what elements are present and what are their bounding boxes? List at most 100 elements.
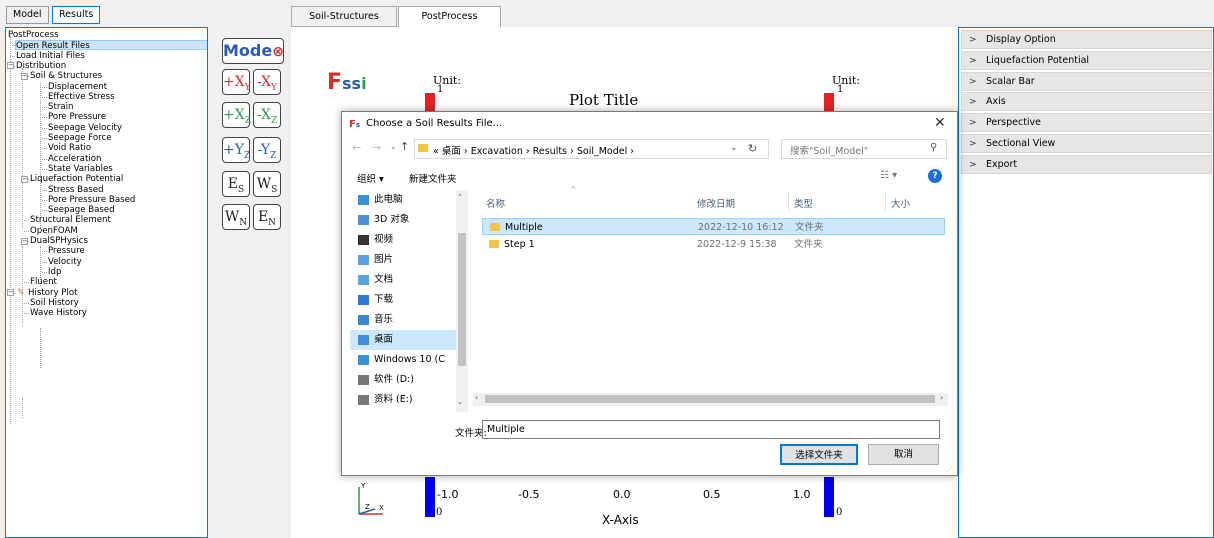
panel-section-sectional-view[interactable]: > Sectional View bbox=[961, 134, 1212, 153]
help-icon[interactable]: ? bbox=[928, 169, 942, 183]
nav-scrollbar[interactable]: ⌃ ⌄ bbox=[456, 190, 468, 412]
nav-item[interactable]: 软件 (D:) bbox=[350, 370, 458, 390]
east-north-icon[interactable]: EN bbox=[253, 204, 281, 230]
panel-section-display-option[interactable]: > Display Option bbox=[961, 30, 1212, 49]
tree-item[interactable]: Soil & Structures bbox=[30, 71, 102, 81]
panel-section-perspective[interactable]: > Perspective bbox=[961, 113, 1212, 133]
tree-item[interactable]: State Variables bbox=[48, 164, 113, 174]
collapse-toggle-icon[interactable]: − bbox=[7, 62, 14, 70]
recent-chevron-icon[interactable]: ⌄ bbox=[390, 142, 397, 151]
tree-item[interactable]: Stress Based bbox=[48, 185, 104, 195]
breadcrumb-item[interactable]: Results bbox=[533, 146, 567, 157]
file-row[interactable]: Step 1 2022-12-9 15:38 文件夹 bbox=[482, 236, 945, 253]
column-size[interactable]: 大小 bbox=[891, 196, 910, 210]
navigation-pane[interactable]: 此电脑 3D 对象 视频 图片 文档 下载 音乐 桌面 Windows 10 (C 软件 (D:)… bbox=[342, 190, 470, 412]
tree-item[interactable]: Load Initial Files bbox=[16, 51, 85, 61]
nav-item[interactable]: 视频 bbox=[350, 230, 458, 250]
collapse-toggle-icon[interactable]: − bbox=[7, 289, 14, 296]
tab-postprocess[interactable]: PostProcess bbox=[398, 6, 501, 27]
minus-x-z-icon[interactable]: -XZ bbox=[253, 102, 281, 128]
nav-item[interactable]: 文档 bbox=[350, 270, 458, 290]
tree-item[interactable]: History Plot bbox=[28, 288, 78, 298]
view-options-icon[interactable]: ☷ ▾ bbox=[880, 170, 897, 181]
nav-item[interactable]: Windows 10 (C bbox=[350, 350, 458, 370]
search-icon[interactable]: ⚲ bbox=[930, 142, 937, 153]
west-north-icon[interactable]: WN bbox=[222, 204, 250, 230]
file-list-hscrollbar[interactable]: ‹ › bbox=[473, 393, 948, 406]
organize-menu[interactable]: 组织 ▾ bbox=[357, 171, 384, 185]
nav-item[interactable]: 音乐 bbox=[350, 310, 458, 330]
forward-icon[interactable]: → bbox=[372, 141, 381, 154]
back-icon[interactable]: ← bbox=[352, 141, 361, 154]
tree-item[interactable]: Structural Element bbox=[30, 215, 111, 225]
collapse-toggle-icon[interactable]: − bbox=[21, 72, 28, 80]
mode-button[interactable]: Mode⊗ bbox=[222, 38, 284, 64]
east-south-icon[interactable]: ES bbox=[222, 171, 250, 197]
plus-x-icon[interactable]: +XY bbox=[222, 69, 251, 95]
file-row[interactable]: Multiple 2022-12-10 16:12 文件夹 bbox=[482, 218, 945, 235]
minus-x-icon[interactable]: -XY bbox=[253, 69, 281, 95]
west-south-icon[interactable]: WS bbox=[253, 171, 281, 197]
column-date[interactable]: 修改日期 bbox=[697, 196, 735, 210]
tree-item[interactable]: Void Ratio bbox=[48, 143, 91, 153]
column-type[interactable]: 类型 bbox=[794, 196, 813, 210]
tree-item[interactable]: Seepage Velocity bbox=[48, 123, 122, 133]
tree-item[interactable]: Seepage Force bbox=[48, 133, 111, 143]
search-box[interactable]: 搜索"Soil_Model" ⚲ bbox=[781, 139, 947, 159]
tree-item[interactable]: OpenFOAM bbox=[30, 226, 78, 236]
tree-item[interactable]: Effective Stress bbox=[48, 92, 115, 102]
address-bar[interactable]: « 桌面 › Excavation › Results › Soil_Model… bbox=[414, 139, 769, 159]
minus-y-icon[interactable]: -YZ bbox=[253, 137, 281, 163]
tree-item[interactable]: Velocity bbox=[48, 257, 82, 267]
refresh-icon[interactable]: ↻ bbox=[748, 142, 757, 155]
plus-y-icon[interactable]: +YZ bbox=[222, 137, 250, 163]
tree-item[interactable]: Displacement bbox=[48, 82, 107, 92]
panel-section-export[interactable]: > Export bbox=[961, 154, 1212, 174]
close-icon[interactable]: ✕ bbox=[934, 115, 946, 131]
results-tree[interactable]: PostProcess Open Result Files Load Initial… bbox=[5, 27, 208, 538]
breadcrumb-item[interactable]: Excavation bbox=[471, 146, 523, 157]
column-name[interactable]: 名称 bbox=[486, 196, 505, 210]
tree-item[interactable]: Seepage Based bbox=[48, 205, 115, 215]
address-dropdown-icon[interactable]: ⌄ bbox=[730, 143, 738, 153]
tree-item[interactable]: Pore Pressure bbox=[48, 112, 106, 122]
tree-item[interactable]: Pressure bbox=[48, 246, 85, 256]
hscroll-thumb[interactable] bbox=[485, 395, 935, 403]
tree-item[interactable]: PostProcess bbox=[8, 30, 59, 40]
collapse-toggle-icon[interactable]: − bbox=[21, 237, 28, 245]
breadcrumb-item[interactable]: 桌面 bbox=[442, 146, 461, 157]
tab-model[interactable]: Model bbox=[6, 6, 49, 24]
plus-x-z-icon[interactable]: +XZ bbox=[222, 102, 251, 128]
panel-section-scalar-bar[interactable]: > Scalar Bar bbox=[961, 71, 1212, 91]
nav-item[interactable]: 3D 对象 bbox=[350, 210, 458, 230]
tree-item[interactable]: Open Result Files bbox=[15, 40, 207, 51]
tree-item[interactable]: Fluent bbox=[30, 277, 57, 287]
tree-item[interactable]: Soil History bbox=[30, 298, 79, 308]
cancel-button[interactable]: 取消 bbox=[868, 444, 939, 465]
folder-input[interactable]: Multiple bbox=[482, 420, 940, 439]
tree-item[interactable]: Acceleration bbox=[48, 154, 101, 164]
nav-item[interactable]: 桌面 bbox=[350, 330, 458, 350]
tree-item[interactable]: Distribution bbox=[16, 61, 66, 71]
nav-scroll-thumb[interactable] bbox=[458, 233, 466, 366]
tree-item[interactable]: Strain bbox=[48, 102, 73, 112]
tree-item[interactable]: Idp bbox=[48, 267, 61, 277]
collapse-toggle-icon[interactable]: − bbox=[21, 175, 28, 183]
nav-item[interactable]: 资料 (E:) bbox=[350, 390, 458, 410]
breadcrumb-item[interactable]: Soil_Model bbox=[577, 146, 627, 157]
breadcrumb-item[interactable]: « bbox=[433, 146, 439, 157]
new-folder-button[interactable]: 新建文件夹 bbox=[409, 171, 457, 185]
nav-item[interactable]: 此电脑 bbox=[350, 190, 458, 210]
nav-item[interactable]: 图片 bbox=[350, 250, 458, 270]
resize-grip-icon[interactable]: ⋰ bbox=[946, 465, 953, 473]
tree-item[interactable]: Pore Pressure Based bbox=[48, 195, 135, 205]
tree-item[interactable]: Wave History bbox=[30, 308, 87, 318]
tree-item[interactable]: Liquefaction Potential bbox=[30, 174, 123, 184]
tree-item[interactable]: DualSPHysics bbox=[30, 236, 88, 246]
tab-results[interactable]: Results bbox=[52, 6, 100, 24]
nav-item[interactable]: 下载 bbox=[350, 290, 458, 310]
tab-soil-structures[interactable]: Soil-Structures bbox=[291, 6, 397, 27]
select-folder-button[interactable]: 选择文件夹 bbox=[780, 444, 858, 465]
up-icon[interactable]: ↑ bbox=[400, 140, 409, 153]
breadcrumb[interactable]: « 桌面 › Excavation › Results › Soil_Model… bbox=[433, 143, 634, 157]
